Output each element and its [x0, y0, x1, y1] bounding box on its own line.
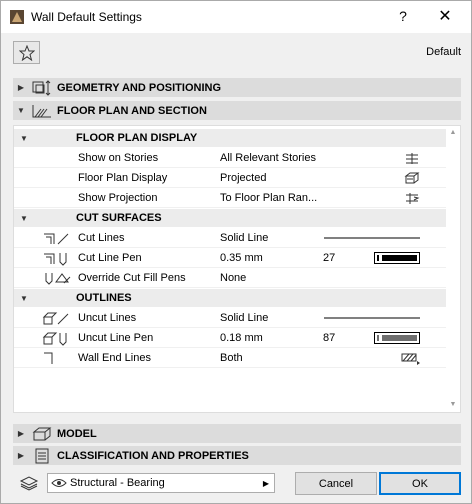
row-uncut-lines[interactable]: Uncut Lines Solid Line: [14, 308, 446, 328]
collapse-arrow-icon[interactable]: ▼: [20, 134, 28, 143]
cut-line-pen-icon: [44, 253, 67, 266]
default-label: Default: [426, 46, 461, 58]
section-label: MODEL: [57, 427, 97, 440]
dropdown-arrow-icon: ▶: [262, 478, 270, 488]
dialog-window: Wall Default Settings ? ✕ Default ▶ GEOM…: [0, 0, 472, 504]
ok-button[interactable]: OK: [379, 472, 461, 495]
subhead-cut-surfaces[interactable]: ▼ CUT SURFACES: [14, 209, 446, 227]
row-name: Show on Stories: [78, 152, 159, 164]
floor-plan-panel: ▼ FLOOR PLAN DISPLAY Show on Stories All…: [13, 125, 461, 413]
subhead-floor-plan-display[interactable]: ▼ FLOOR PLAN DISPLAY: [14, 129, 446, 147]
row-name: Floor Plan Display: [78, 172, 168, 184]
row-override-cut-fill-pens[interactable]: Override Cut Fill Pens None: [14, 268, 446, 288]
expand-arrow-icon[interactable]: ▶: [13, 429, 29, 438]
subhead-label: OUTLINES: [76, 292, 132, 304]
cancel-button[interactable]: Cancel: [295, 472, 377, 495]
section-classification[interactable]: ▶ CLASSIFICATION AND PROPERTIES: [13, 446, 461, 465]
row-value[interactable]: Both: [220, 352, 243, 364]
title-bar: Wall Default Settings ? ✕: [1, 1, 471, 33]
wall-end-icon: [401, 353, 420, 365]
row-value[interactable]: None: [220, 272, 246, 284]
scroll-up-icon[interactable]: ▲: [446, 126, 460, 140]
section-label: GEOMETRY AND POSITIONING: [57, 81, 221, 94]
row-uncut-line-pen[interactable]: Uncut Line Pen 0.18 mm 87: [14, 328, 446, 348]
dropdown-value: Structural - Bearing: [70, 477, 165, 489]
row-value[interactable]: All Relevant Stories: [220, 152, 316, 164]
geometry-icon: [29, 78, 55, 97]
stories-icon: [406, 153, 418, 164]
row-cut-line-pen[interactable]: Cut Line Pen 0.35 mm 27: [14, 248, 446, 268]
row-name: Cut Lines: [78, 232, 125, 244]
line-type-preview: [324, 237, 420, 239]
override-fill-pens-icon: [45, 273, 71, 285]
model-icon: [29, 424, 55, 443]
section-geometry[interactable]: ▶ GEOMETRY AND POSITIONING: [13, 78, 461, 97]
row-floor-plan-display[interactable]: Floor Plan Display Projected: [14, 168, 446, 188]
projected-icon: [404, 172, 420, 184]
collapse-arrow-icon[interactable]: ▼: [20, 214, 28, 223]
row-value[interactable]: Projected: [220, 172, 266, 184]
star-icon: [18, 44, 35, 61]
close-button[interactable]: ✕: [433, 6, 457, 26]
row-wall-end-lines[interactable]: Wall End Lines Both: [14, 348, 446, 368]
row-show-on-stories[interactable]: Show on Stories All Relevant Stories: [14, 148, 446, 168]
row-cut-lines[interactable]: Cut Lines Solid Line: [14, 228, 446, 248]
structural-function-dropdown[interactable]: Structural - Bearing ▶: [47, 473, 275, 493]
line-type-preview: [324, 317, 420, 319]
scroll-down-icon[interactable]: ▼: [446, 398, 460, 412]
section-label: CLASSIFICATION AND PROPERTIES: [57, 449, 249, 462]
dialog-footer: Structural - Bearing ▶ Cancel OK: [1, 467, 471, 504]
eye-icon: [48, 478, 70, 488]
window-title: Wall Default Settings: [31, 10, 142, 24]
favorites-star-button[interactable]: [13, 41, 40, 64]
subhead-label: FLOOR PLAN DISPLAY: [76, 132, 198, 144]
layers-icon[interactable]: [19, 475, 39, 491]
uncut-line-pen-icon: [42, 332, 67, 346]
subhead-outlines[interactable]: ▼ OUTLINES: [14, 289, 446, 307]
row-name: Override Cut Fill Pens: [78, 272, 186, 284]
pen-preview-swatch[interactable]: [374, 250, 420, 266]
floor-plan-section-icon: [29, 101, 55, 120]
scrollbar[interactable]: ▲ ▼: [446, 126, 460, 412]
row-value[interactable]: 0.18 mm: [220, 332, 263, 344]
pen-number[interactable]: 27: [323, 252, 335, 264]
cut-lines-icon: [44, 233, 69, 245]
row-name: Uncut Lines: [78, 312, 137, 324]
collapse-arrow-icon[interactable]: ▼: [20, 294, 28, 303]
subhead-label: CUT SURFACES: [76, 212, 162, 224]
row-value[interactable]: 0.35 mm: [220, 252, 263, 264]
row-value[interactable]: Solid Line: [220, 232, 268, 244]
uncut-lines-icon: [42, 312, 69, 325]
projection-icon: [406, 193, 420, 204]
row-show-projection[interactable]: Show Projection To Floor Plan Ran...: [14, 188, 446, 208]
collapse-arrow-icon[interactable]: ▼: [13, 106, 29, 115]
expand-arrow-icon[interactable]: ▶: [13, 83, 29, 92]
row-name: Cut Line Pen: [78, 252, 142, 264]
row-name: Wall End Lines: [78, 352, 151, 364]
row-name: Uncut Line Pen: [78, 332, 154, 344]
pen-preview-swatch[interactable]: [374, 330, 420, 346]
pen-number[interactable]: 87: [323, 332, 335, 344]
row-value[interactable]: Solid Line: [220, 312, 268, 324]
help-button[interactable]: ?: [391, 8, 415, 24]
expand-arrow-icon[interactable]: ▶: [13, 451, 29, 460]
archicad-icon: [10, 10, 24, 24]
section-floor-plan[interactable]: ▼ FLOOR PLAN AND SECTION: [13, 101, 461, 120]
classification-icon: [29, 446, 55, 465]
wall-end-lines-icon: [44, 352, 53, 364]
section-model[interactable]: ▶ MODEL: [13, 424, 461, 443]
section-label: FLOOR PLAN AND SECTION: [57, 104, 207, 117]
row-value[interactable]: To Floor Plan Ran...: [220, 192, 317, 204]
row-name: Show Projection: [78, 192, 158, 204]
